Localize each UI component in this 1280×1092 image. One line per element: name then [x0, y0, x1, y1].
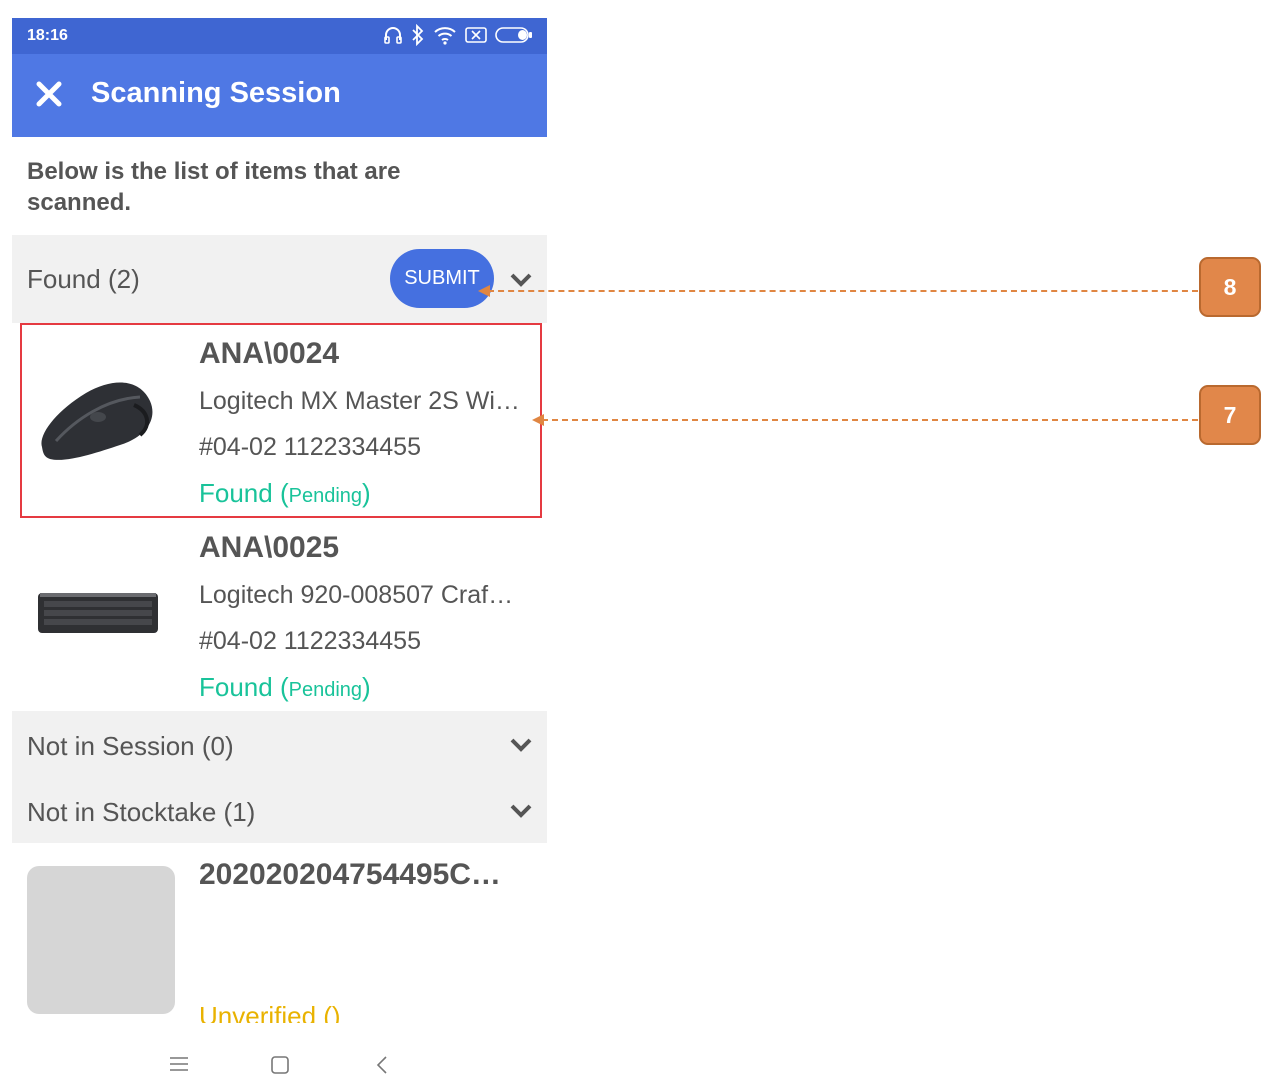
- section-not-in-stocktake-label: Not in Stocktake (1): [27, 797, 256, 827]
- home-icon[interactable]: [271, 1056, 289, 1074]
- chevron-down-icon[interactable]: [509, 737, 533, 753]
- status-bar: 18:16: [12, 18, 547, 54]
- highlight-box: [20, 323, 542, 518]
- item-code: 20202020475449​5C…: [199, 858, 501, 891]
- callout-line: [488, 290, 1198, 292]
- wifi-icon: [434, 27, 456, 45]
- arrow-left-icon: [532, 414, 544, 426]
- intro-text: Below is the list of items that are scan…: [27, 158, 401, 216]
- section-found[interactable]: Found (2) SUBMIT: [12, 235, 547, 323]
- submit-button[interactable]: SUBMIT: [390, 249, 494, 308]
- keyboard-thumbnail: [38, 593, 158, 633]
- phone-screen: 18:16 Scanning Session Below is the list…: [12, 18, 547, 1092]
- back-icon[interactable]: [376, 1056, 388, 1074]
- bluetooth-icon: [412, 24, 424, 46]
- status-time: 18:16: [27, 27, 68, 44]
- item-status: Found (Pending): [199, 672, 371, 702]
- list-item[interactable]: 20202020475449​5C… Unverified (): [12, 843, 547, 1023]
- section-not-in-session[interactable]: Not in Session (0): [12, 711, 547, 777]
- callout-badge: 7: [1199, 385, 1261, 445]
- chevron-down-icon[interactable]: [509, 272, 533, 288]
- item-code: ANA\0025: [199, 531, 340, 564]
- item-status-label: Found: [199, 672, 273, 702]
- battery-icon: [495, 27, 532, 43]
- status-icons: [383, 24, 533, 46]
- callout-badge: 8: [1199, 257, 1261, 317]
- close-icon[interactable]: [34, 79, 64, 109]
- headphones-icon: [384, 27, 402, 44]
- placeholder-thumbnail: [27, 866, 175, 1014]
- page-title: Scanning Session: [91, 77, 341, 109]
- item-description: Logitech 920-008507 Craf…: [199, 581, 514, 609]
- sim-icon: [465, 27, 487, 43]
- section-not-in-session-label: Not in Session (0): [27, 731, 234, 761]
- item-status-detail: Pending: [288, 679, 363, 701]
- item-status: Unverified (): [199, 1001, 341, 1023]
- app-bar: Scanning Session: [12, 54, 547, 137]
- chevron-down-icon[interactable]: [509, 803, 533, 819]
- list-item[interactable]: ANA\0025 Logitech 920-008507 Craf… #04-0…: [12, 517, 547, 711]
- section-not-in-stocktake[interactable]: Not in Stocktake (1): [12, 777, 547, 843]
- callout-line: [542, 419, 1198, 421]
- arrow-left-icon: [478, 285, 490, 297]
- menu-icon[interactable]: [170, 1056, 188, 1072]
- section-found-label: Found (2): [27, 264, 140, 294]
- nav-bar: [12, 1042, 547, 1092]
- item-location: #04-02 1122334455: [199, 627, 421, 655]
